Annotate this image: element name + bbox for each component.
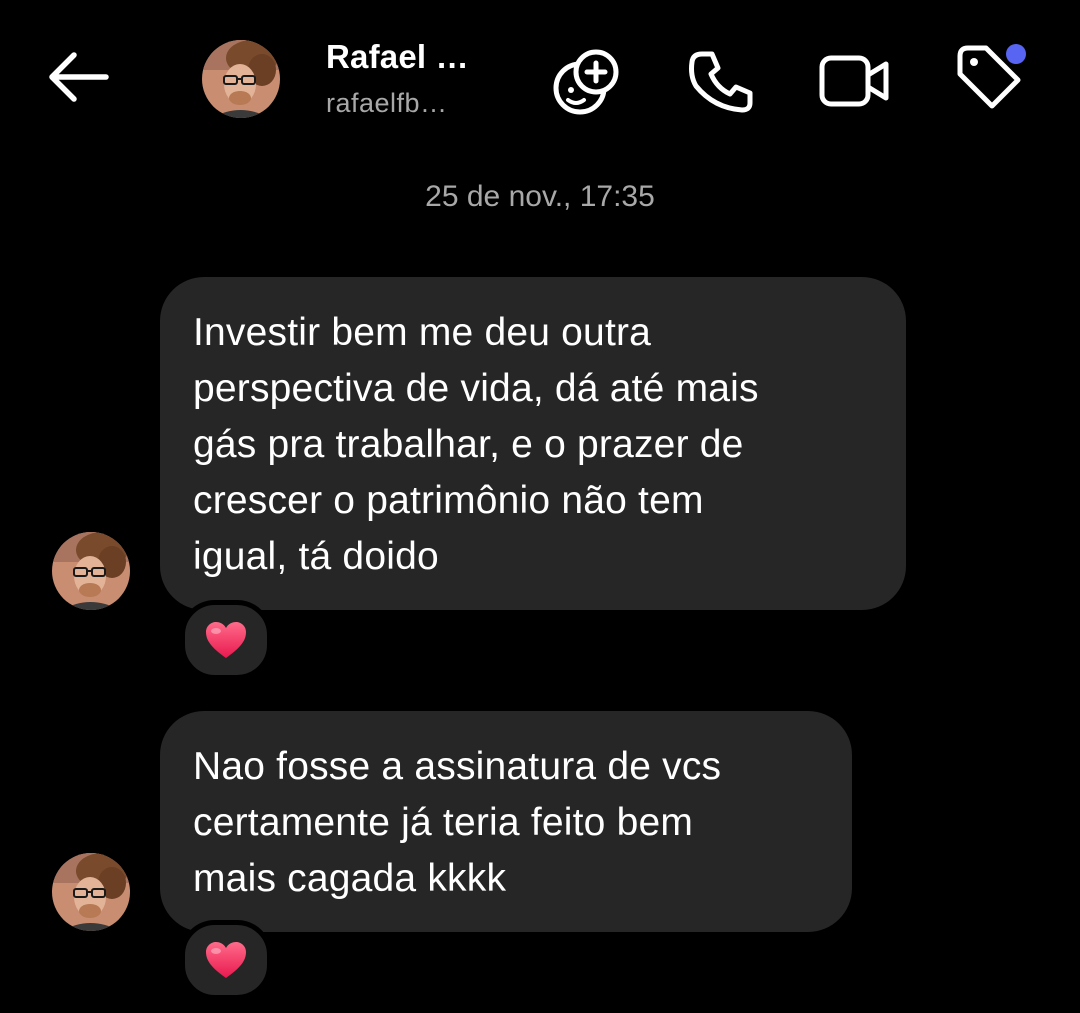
reaction-badge[interactable] [180, 920, 272, 1000]
profile-avatar[interactable] [202, 40, 280, 118]
message-line: Investir bem me deu outra [193, 311, 652, 354]
tag-icon [957, 44, 1026, 109]
avatar-stickers-icon [553, 49, 619, 115]
heart-icon [206, 622, 246, 658]
sender-avatar[interactable] [52, 853, 130, 931]
contact-name[interactable]: Rafael … [326, 38, 469, 76]
video-call-button[interactable] [816, 50, 894, 112]
message-line: Nao fosse a assinatura de vcs [193, 745, 722, 788]
message-bubble[interactable]: Nao fosse a assinatura de vcs certamente… [160, 711, 852, 932]
message-timestamp: 25 de nov., 17:35 [425, 180, 655, 213]
arrow-left-icon [49, 52, 109, 102]
video-camera-icon [819, 55, 889, 107]
phone-icon [689, 51, 753, 113]
reaction-badge[interactable] [180, 600, 272, 680]
tag-button[interactable] [952, 40, 1032, 116]
message-line: perspectiva de vida, dá até mais [193, 367, 759, 410]
message-bubble[interactable]: Investir bem me deu outra perspectiva de… [160, 277, 906, 610]
sender-avatar[interactable] [52, 532, 130, 610]
message-line: gás pra trabalhar, e o prazer de [193, 423, 744, 466]
message-line: igual, tá doido [193, 535, 439, 578]
message-line: mais cagada kkkk [193, 857, 507, 900]
heart-icon [206, 942, 246, 978]
avatar-stickers-button[interactable] [546, 44, 624, 118]
message-line: certamente já teria feito bem [193, 801, 694, 844]
notification-dot [1006, 44, 1026, 64]
audio-call-button[interactable] [684, 46, 756, 118]
contact-username[interactable]: rafaelfb… [326, 88, 448, 119]
back-button[interactable] [40, 44, 116, 110]
message-line: crescer o patrimônio não tem [193, 479, 704, 522]
